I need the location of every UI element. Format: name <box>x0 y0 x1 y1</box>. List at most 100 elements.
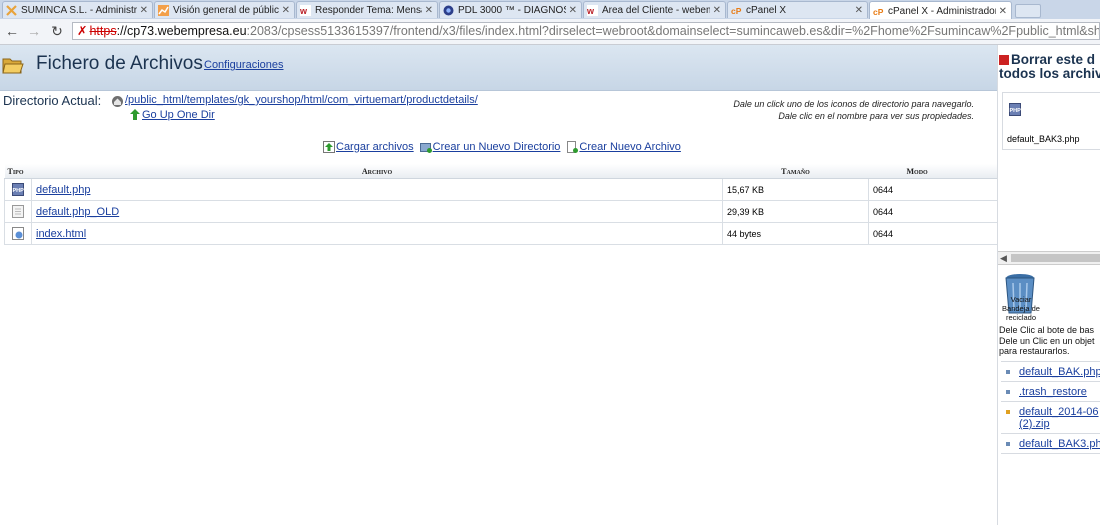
column-header-mode: Modo <box>868 164 998 179</box>
new-directory-button[interactable]: Crear un Nuevo Directorio <box>419 141 561 153</box>
file-name-link[interactable]: default.php_OLD <box>36 206 119 218</box>
svg-text:w: w <box>587 6 595 16</box>
column-header-size: Tamaño <box>722 164 869 179</box>
trash-file-link-cont[interactable]: (2).zip <box>1019 418 1050 430</box>
go-up-one-dir-link[interactable]: Go Up One Dir <box>142 109 215 121</box>
joomla-icon <box>6 4 17 16</box>
hint-line: Dale clic en el nombre para ver sus prop… <box>778 111 974 121</box>
help-line: Dele un Clic en un objet <box>999 335 1095 346</box>
page-header: Fichero de Archivos Configuraciones <box>0 45 997 91</box>
browser-tab-analytics[interactable]: Visión general de público ✕ <box>154 1 295 18</box>
table-row[interactable]: index.html 44 bytes 0644 <box>4 222 998 245</box>
help-line: Dele Clic al bote de bas <box>999 325 1095 335</box>
column-header-file: Archivo <box>31 164 723 179</box>
webempresa-icon: w <box>299 4 311 16</box>
url-scheme: https <box>89 24 117 38</box>
up-arrow-icon[interactable] <box>130 109 140 120</box>
file-type-cell: PHP <box>4 178 32 201</box>
php-file-icon: PHP <box>1009 103 1021 119</box>
file-type-cell <box>4 200 32 223</box>
close-icon[interactable]: ✕ <box>425 5 433 16</box>
table-row[interactable]: default.php_OLD 29,39 KB 0644 <box>4 200 998 223</box>
generic-file-icon <box>12 205 24 218</box>
tab-label: cPanel X - Administrador <box>888 5 996 17</box>
scroll-left-icon[interactable]: ◀ <box>1000 253 1007 264</box>
tab-label: Área del Cliente - webemp <box>602 4 710 16</box>
file-mode-cell: 0644 <box>868 222 998 245</box>
upload-files-label[interactable]: Cargar archivos <box>336 141 414 153</box>
reload-icon[interactable]: ↻ <box>49 23 65 39</box>
tab-label: Responder Tema: Mensaje <box>315 4 422 16</box>
browser-tab-pdl3000[interactable]: PDL 3000 ™ - DIAGNOSIS ✕ <box>439 1 582 18</box>
globe-icon <box>443 5 454 16</box>
new-file-label[interactable]: Crear Nuevo Archivo <box>579 141 681 153</box>
list-item[interactable]: default_BAK3.php <box>1001 434 1100 454</box>
list-item[interactable]: default_2014-06 (2).zip <box>1001 402 1100 434</box>
browser-tab-responder[interactable]: w Responder Tema: Mensaje ✕ <box>296 1 438 18</box>
scrollbar-thumb[interactable] <box>1011 254 1100 262</box>
trash-file-link[interactable]: default_BAK3.php <box>1019 438 1100 450</box>
new-folder-icon <box>419 141 432 153</box>
close-icon[interactable]: ✕ <box>569 5 577 16</box>
file-name-link[interactable]: index.html <box>36 228 86 240</box>
browser-tab-strip: SUMINCA S.L. - Administr ✕ Visión genera… <box>0 0 1100 20</box>
list-item[interactable]: default_BAK.php <box>1001 362 1100 382</box>
file-actions-bar: Cargar archivos Crear un Nuevo Directori… <box>323 139 687 154</box>
close-icon[interactable]: ✕ <box>140 5 148 16</box>
home-directory-icon[interactable] <box>111 95 124 108</box>
delete-title-line1: Borrar este d <box>1011 52 1096 67</box>
close-icon[interactable]: ✕ <box>999 6 1007 17</box>
browser-tab-cpanel[interactable]: cP cPanel X ✕ <box>727 1 868 18</box>
delete-panel-title: Borrar este d todos los archiv <box>999 53 1100 81</box>
file-size-cell: 15,67 KB <box>722 178 869 201</box>
svg-text:w: w <box>300 6 308 16</box>
svg-text:PHP: PHP <box>13 188 25 194</box>
table-header-row: Tipo Archivo Tamaño Modo <box>4 164 998 179</box>
current-directory-path-link[interactable]: /public_html/templates/gk_yourshop/html/… <box>125 94 478 106</box>
empty-trash-label[interactable]: Vaciar Bandeja de reciclado <box>1001 295 1041 322</box>
help-line: para restaurarlos. <box>999 346 1070 356</box>
close-icon[interactable]: ✕ <box>282 5 290 16</box>
file-icon <box>1006 442 1010 446</box>
list-item[interactable]: .trash_restore <box>1001 382 1100 402</box>
table-row[interactable]: PHP default.php 15,67 KB 0644 <box>4 178 998 201</box>
trash-file-link[interactable]: .trash_restore <box>1019 386 1087 398</box>
file-icon <box>1006 390 1010 394</box>
navigation-hint: Dale un click uno de los iconos de direc… <box>733 98 974 122</box>
analytics-icon <box>158 4 169 16</box>
trash-file-link[interactable]: default_BAK.php <box>1019 366 1100 378</box>
file-mode-cell: 0644 <box>868 200 998 223</box>
svg-text:cP: cP <box>731 6 742 16</box>
browser-tab-cpanel-admin[interactable]: cP cPanel X - Administrador ✕ <box>869 1 1012 20</box>
html-file-icon <box>12 227 24 240</box>
file-icon <box>1006 370 1010 374</box>
tab-label: SUMINCA S.L. - Administr <box>21 4 137 16</box>
insecure-lock-icon[interactable]: ✗ <box>77 24 87 38</box>
new-directory-label[interactable]: Crear un Nuevo Directorio <box>433 141 561 153</box>
page-title: Fichero de Archivos <box>36 53 203 74</box>
file-name-cell: default.php_OLD <box>31 200 723 223</box>
browser-tab-suminca[interactable]: SUMINCA S.L. - Administr ✕ <box>2 1 153 18</box>
forward-arrow-icon[interactable]: → <box>26 23 42 39</box>
cpanel-icon: cP <box>873 6 884 17</box>
address-bar[interactable]: ✗ https://cp73.webempresa.eu:2083/cpsess5… <box>72 22 1100 40</box>
file-name-cell: default.php <box>31 178 723 201</box>
close-icon[interactable]: ✕ <box>855 5 863 16</box>
column-header-type: Tipo <box>4 164 32 179</box>
settings-link[interactable]: Configuraciones <box>204 59 284 71</box>
new-tab-button[interactable] <box>1015 4 1041 18</box>
delete-title-line2: todos los archiv <box>999 66 1100 81</box>
new-file-button[interactable]: Crear Nuevo Archivo <box>566 140 681 153</box>
upload-files-button[interactable]: Cargar archivos <box>323 140 414 153</box>
trash-file-list: default_BAK.php .trash_restore default_2… <box>1001 361 1100 454</box>
horizontal-scrollbar[interactable]: ◀ <box>998 251 1100 265</box>
svg-text:PHP: PHP <box>1010 108 1022 114</box>
selected-file-box[interactable]: PHP default_BAK3.php <box>1002 92 1100 150</box>
file-mode-cell: 0644 <box>868 178 998 201</box>
tab-label: Visión general de público <box>173 4 279 16</box>
close-icon[interactable]: ✕ <box>713 5 721 16</box>
browser-tab-area-cliente[interactable]: w Área del Cliente - webemp ✕ <box>583 1 726 18</box>
back-arrow-icon[interactable]: ← <box>4 23 20 39</box>
trash-file-link[interactable]: default_2014-06 <box>1019 406 1099 418</box>
file-name-link[interactable]: default.php <box>36 184 90 196</box>
